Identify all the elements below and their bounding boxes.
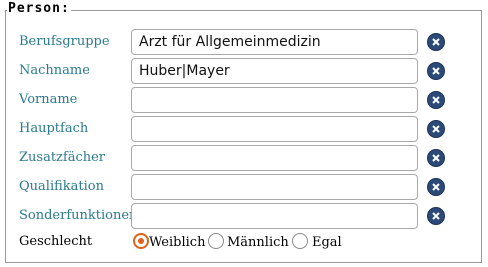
field-row-qualifikation: Qualifikation <box>0 174 488 200</box>
zusatzfaecher-input[interactable] <box>131 145 418 171</box>
clear-icon[interactable] <box>427 33 445 51</box>
sonderfunktionen-input[interactable] <box>131 203 418 229</box>
clear-icon[interactable] <box>427 149 445 167</box>
clear-icon[interactable] <box>427 62 445 80</box>
sonderfunktionen-label: Sonderfunktionen <box>19 208 138 223</box>
berufsgruppe-label: Berufsgruppe <box>19 34 110 49</box>
qualifikation-label: Qualifikation <box>19 179 104 194</box>
vorname-label: Vorname <box>19 92 78 107</box>
nachname-label: Nachname <box>19 63 90 78</box>
field-row-nachname: Nachname Huber|Mayer <box>0 58 488 84</box>
gender-radio-egal[interactable] <box>292 233 308 249</box>
gender-radio-weiblich[interactable] <box>133 233 149 249</box>
field-row-vorname: Vorname <box>0 87 488 113</box>
hauptfach-label: Hauptfach <box>19 121 89 136</box>
section-legend: Person: <box>7 1 71 16</box>
clear-icon[interactable] <box>427 178 445 196</box>
field-row-berufsgruppe: Berufsgruppe Arzt für Allgemeinmedizin <box>0 29 488 55</box>
gender-option-egal[interactable]: Egal <box>312 235 342 250</box>
vorname-input[interactable] <box>131 87 418 113</box>
clear-icon[interactable] <box>427 120 445 138</box>
clear-icon[interactable] <box>427 91 445 109</box>
clear-icon[interactable] <box>427 207 445 225</box>
geschlecht-label: Geschlecht <box>19 234 93 249</box>
qualifikation-input[interactable] <box>131 174 418 200</box>
gender-option-maennlich[interactable]: Männlich <box>227 235 289 250</box>
gender-option-weiblich[interactable]: Weiblich <box>149 235 205 250</box>
field-row-sonderfunktionen: Sonderfunktionen <box>0 203 488 229</box>
zusatzfaecher-label: Zusatzfächer <box>19 150 106 165</box>
nachname-input[interactable]: Huber|Mayer <box>131 58 418 84</box>
field-row-zusatzfaecher: Zusatzfächer <box>0 145 488 171</box>
field-row-hauptfach: Hauptfach <box>0 116 488 142</box>
berufsgruppe-input[interactable]: Arzt für Allgemeinmedizin <box>131 29 418 55</box>
hauptfach-input[interactable] <box>131 116 418 142</box>
gender-radio-maennlich[interactable] <box>208 233 224 249</box>
